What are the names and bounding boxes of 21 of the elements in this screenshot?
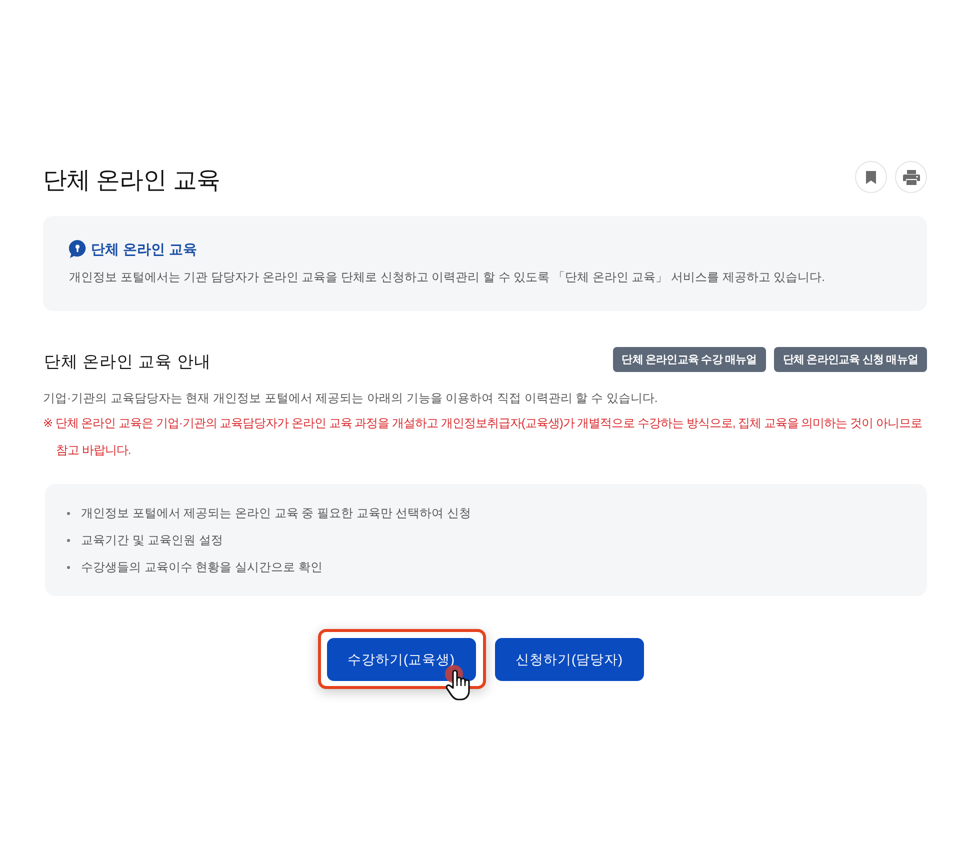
intro-description: 개인정보 포털에서는 기관 담당자가 온라인 교육을 단체로 신청하고 이력관리 할 수 있도록 「단체 온라인 교육」 서비스를 제공하고 있습니다. bbox=[69, 269, 826, 286]
print-icon bbox=[902, 170, 920, 184]
bookmark-button[interactable] bbox=[855, 161, 887, 193]
bullet-icon bbox=[67, 566, 70, 569]
manual-button[interactable]: 단체 온라인교육 신청 매뉴얼 bbox=[774, 346, 927, 372]
feature-item: 수강생들의 교육이수 현황을 실시간으로 확인 bbox=[81, 559, 322, 576]
feature-item: 개인정보 포털에서 제공되는 온라인 교육 중 필요한 교육만 선택하여 신청 bbox=[81, 505, 472, 522]
apply-button[interactable]: 신청하기(담당자) bbox=[494, 638, 644, 681]
intro-heading: 단체 온라인 교육 bbox=[91, 240, 197, 258]
notice-text: ※ 단체 온라인 교육은 기업·기관의 교육담당자가 온라인 교육 과정을 개설하고 개인정보취급자(교육생)가 개별적으로 수강하는 방식으로, 집체 교육을 의미하는 것이 아니므로 참고 바랍니다. bbox=[43, 415, 923, 459]
manual-button[interactable]: 단체 온라인교육 수강 매뉴얼 bbox=[612, 346, 766, 372]
speech-bubble-icon bbox=[69, 240, 86, 258]
bullet-icon bbox=[67, 539, 70, 542]
bookmark-icon bbox=[866, 170, 876, 184]
print-button[interactable] bbox=[895, 161, 927, 193]
bullet-icon bbox=[67, 512, 70, 515]
enroll-button[interactable]: 수강하기(교육생) bbox=[326, 638, 476, 681]
guide-description: 기업·기관의 교육담당자는 현재 개인정보 포털에서 제공되는 아래의 기능을 이용하여 직접 이력관리 할 수 있습니다. bbox=[43, 390, 659, 407]
feature-item: 교육기간 및 교육인원 설정 bbox=[81, 532, 224, 549]
page-title: 단체 온라인 교육 bbox=[43, 166, 220, 196]
section-heading: 단체 온라인 교육 안내 bbox=[44, 352, 211, 373]
